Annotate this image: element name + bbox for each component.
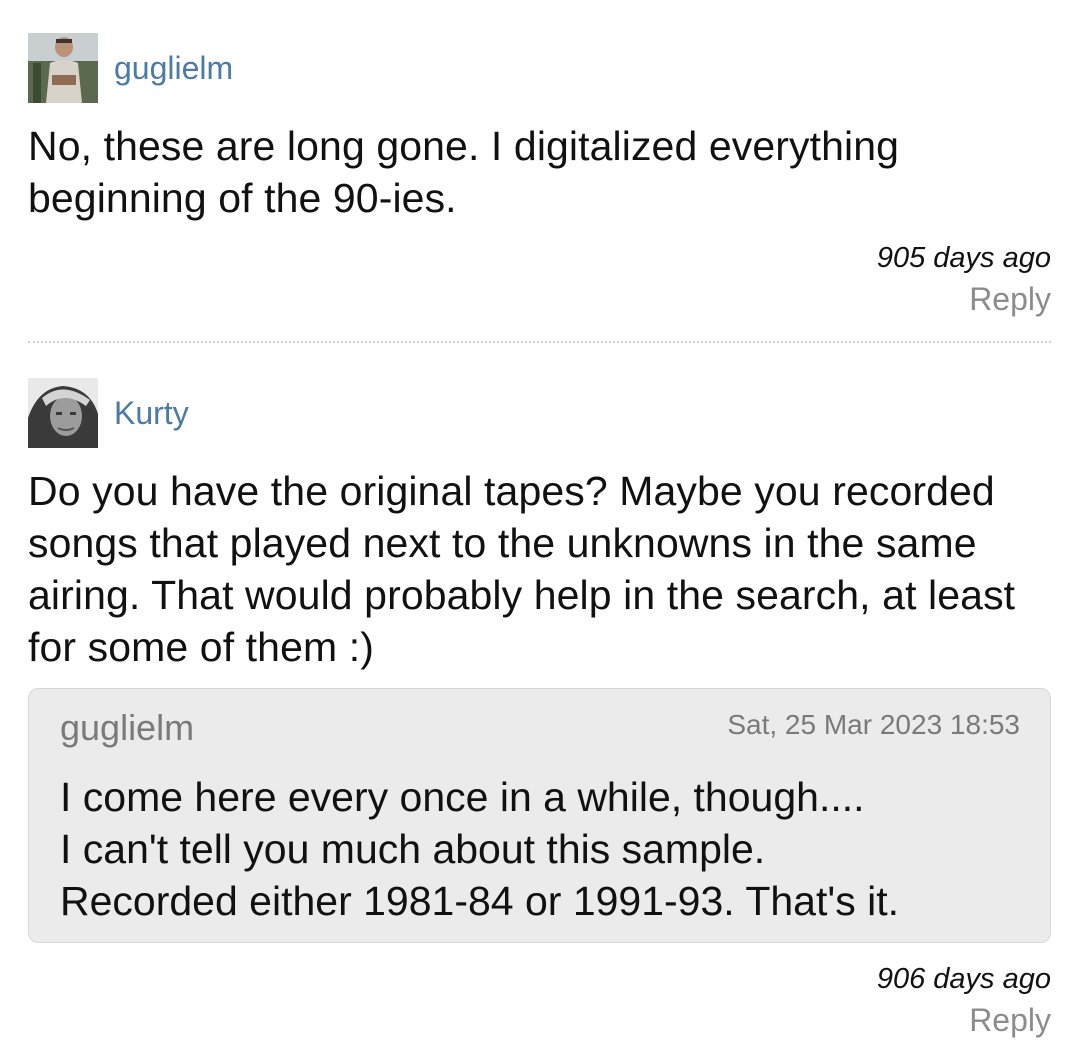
comment-meta: 905 days ago Reply (877, 239, 1051, 321)
comment-timestamp: 905 days ago (876, 242, 1051, 274)
comment-text: No, these are long gone. I digitalized e… (28, 123, 900, 221)
user-avatar-photo-icon (28, 33, 98, 103)
user-avatar-photo-icon (28, 378, 98, 448)
username-link[interactable]: Kurty (114, 395, 189, 432)
comment-meta: 906 days ago Reply (877, 960, 1051, 1042)
comment: Kurty Do you have the original tapes? Ma… (28, 378, 1051, 673)
comment-divider (28, 341, 1051, 343)
comment-text: Do you have the original tapes? Maybe yo… (28, 468, 1016, 670)
quote-text: I come here every once in a while, thoug… (60, 774, 899, 924)
username-link[interactable]: guglielm (114, 50, 233, 87)
avatar[interactable] (28, 33, 98, 103)
quoted-reply: guglielm Sat, 25 Mar 2023 18:53 I come h… (28, 688, 1051, 943)
comment-timestamp: 906 days ago (876, 963, 1051, 995)
comment-header: Kurty (28, 378, 1051, 448)
reply-button[interactable]: Reply (969, 277, 1051, 321)
quote-author: guglielm (60, 707, 195, 748)
comment: guglielm No, these are long gone. I digi… (28, 33, 1051, 224)
comment-header: guglielm (28, 33, 1051, 103)
reply-button[interactable]: Reply (969, 998, 1051, 1042)
avatar[interactable] (28, 378, 98, 448)
quote-date: Sat, 25 Mar 2023 18:53 (727, 709, 1020, 740)
